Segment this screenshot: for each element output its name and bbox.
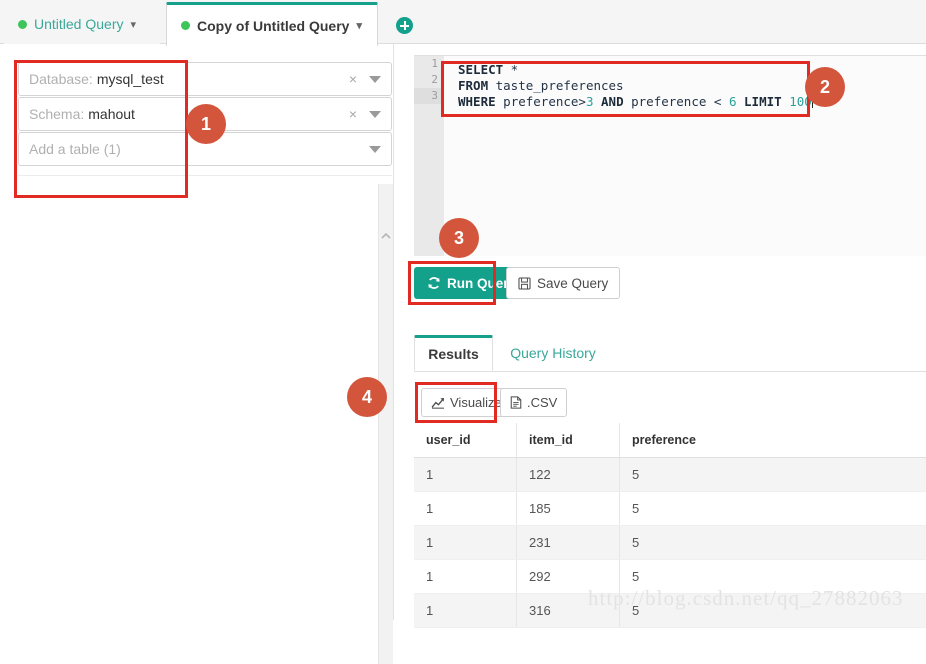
tab-copy-of-untitled-query[interactable]: Copy of Untitled Query ▾ [166,2,378,46]
column-header[interactable]: user_id [414,423,517,458]
add-table-select[interactable]: Add a table (1) [18,132,392,166]
sidebar-scrollbar[interactable] [378,184,393,664]
file-icon [510,396,522,409]
code-token: AND [601,94,624,109]
table-cell: 316 [517,594,620,628]
tab-label: Copy of Untitled Query [197,18,349,34]
database-select[interactable]: Database: mysql_test × [18,62,392,96]
line-number: 3 [414,88,444,104]
results-table: user_iditem_idpreference 112251185512315… [414,423,926,628]
code-line: SELECT * [458,62,926,78]
code-token: preference < [624,94,729,109]
table-cell: 5 [620,560,926,594]
table-cell: 185 [517,492,620,526]
code-token: SELECT [458,62,503,77]
database-select-value: mysql_test [97,71,164,87]
table-cell: 1 [414,492,517,526]
close-icon[interactable]: × [349,72,357,86]
tab-query-history[interactable]: Query History [498,335,608,371]
schema-select-value: mahout [88,106,135,122]
visualize-label: Visualize [450,395,502,410]
table-cell: 1 [414,526,517,560]
code-line: WHERE preference>3 AND preference < 6 LI… [458,94,926,110]
table-cell: 5 [620,526,926,560]
schema-select-prefix: Schema: [29,106,84,122]
column-header[interactable]: item_id [517,423,620,458]
chevron-down-icon[interactable]: ▾ [130,18,136,31]
tab-untitled-query[interactable]: Untitled Query ▾ [4,4,160,44]
add-table-placeholder: Add a table (1) [29,141,121,157]
code-token: 100 [789,94,812,109]
code-token: LIMIT [744,94,782,109]
table-row: 11225 [414,458,926,492]
sql-editor[interactable]: 123 SELECT *FROM taste_preferencesWHERE … [414,55,926,256]
table-cell: 231 [517,526,620,560]
table-header-row: user_iditem_idpreference [414,423,926,458]
floppy-disk-icon [518,277,531,290]
code-token: preference> [496,94,586,109]
panel-divider [18,175,392,176]
table-cell: 1 [414,458,517,492]
schema-select[interactable]: Schema: mahout × [18,97,392,131]
table-cell: 292 [517,560,620,594]
visualize-button[interactable]: Visualize [421,388,512,417]
table-row: 12925 [414,560,926,594]
table-row: 12315 [414,526,926,560]
table-body: 1122511855123151292513165 [414,458,926,628]
table-row: 11855 [414,492,926,526]
csv-export-label: .CSV [527,395,557,410]
chevron-down-icon[interactable]: ▾ [356,19,362,32]
table-cell: 5 [620,594,926,628]
table-cell: 122 [517,458,620,492]
plus-circle-icon[interactable] [396,17,413,34]
save-query-button[interactable]: Save Query [506,267,620,299]
csv-export-button[interactable]: .CSV [500,388,567,417]
table-row: 13165 [414,594,926,628]
code-token [593,94,601,109]
green-dot-icon [181,21,190,30]
code-token: taste_preferences [488,78,623,93]
chevron-up-icon[interactable] [381,232,391,240]
table-cell: 5 [620,458,926,492]
editor-gutter: 123 [414,56,444,256]
save-query-label: Save Query [537,276,608,291]
caret-down-icon[interactable] [369,111,381,118]
caret-down-icon[interactable] [369,146,381,153]
table-cell: 5 [620,492,926,526]
line-number: 2 [414,72,444,88]
caret-down-icon[interactable] [369,76,381,83]
code-token: * [503,62,518,77]
editor-code-area[interactable]: SELECT *FROM taste_preferencesWHERE pref… [444,56,926,256]
table-cell: 1 [414,594,517,628]
tab-results-label: Results [428,346,479,362]
green-dot-icon [18,20,27,29]
query-tab-bar: Untitled Query ▾ Copy of Untitled Query … [0,0,926,44]
tab-label: Untitled Query [34,16,123,32]
code-token: FROM [458,78,488,93]
code-token: WHERE [458,94,496,109]
line-number: 1 [414,56,444,72]
tab-results[interactable]: Results [414,335,493,371]
column-header[interactable]: preference [620,423,926,458]
code-line: FROM taste_preferences [458,78,926,94]
tab-query-history-label: Query History [510,345,596,361]
close-icon[interactable]: × [349,107,357,121]
refresh-icon [427,276,441,290]
schema-browser-panel: Database: mysql_test × Schema: mahout × … [0,44,394,620]
table-cell: 1 [414,560,517,594]
results-tab-bar: Results Query History [414,335,926,372]
database-select-prefix: Database: [29,71,93,87]
code-token [736,94,744,109]
text-cursor [812,95,813,108]
chart-line-icon [431,397,445,409]
